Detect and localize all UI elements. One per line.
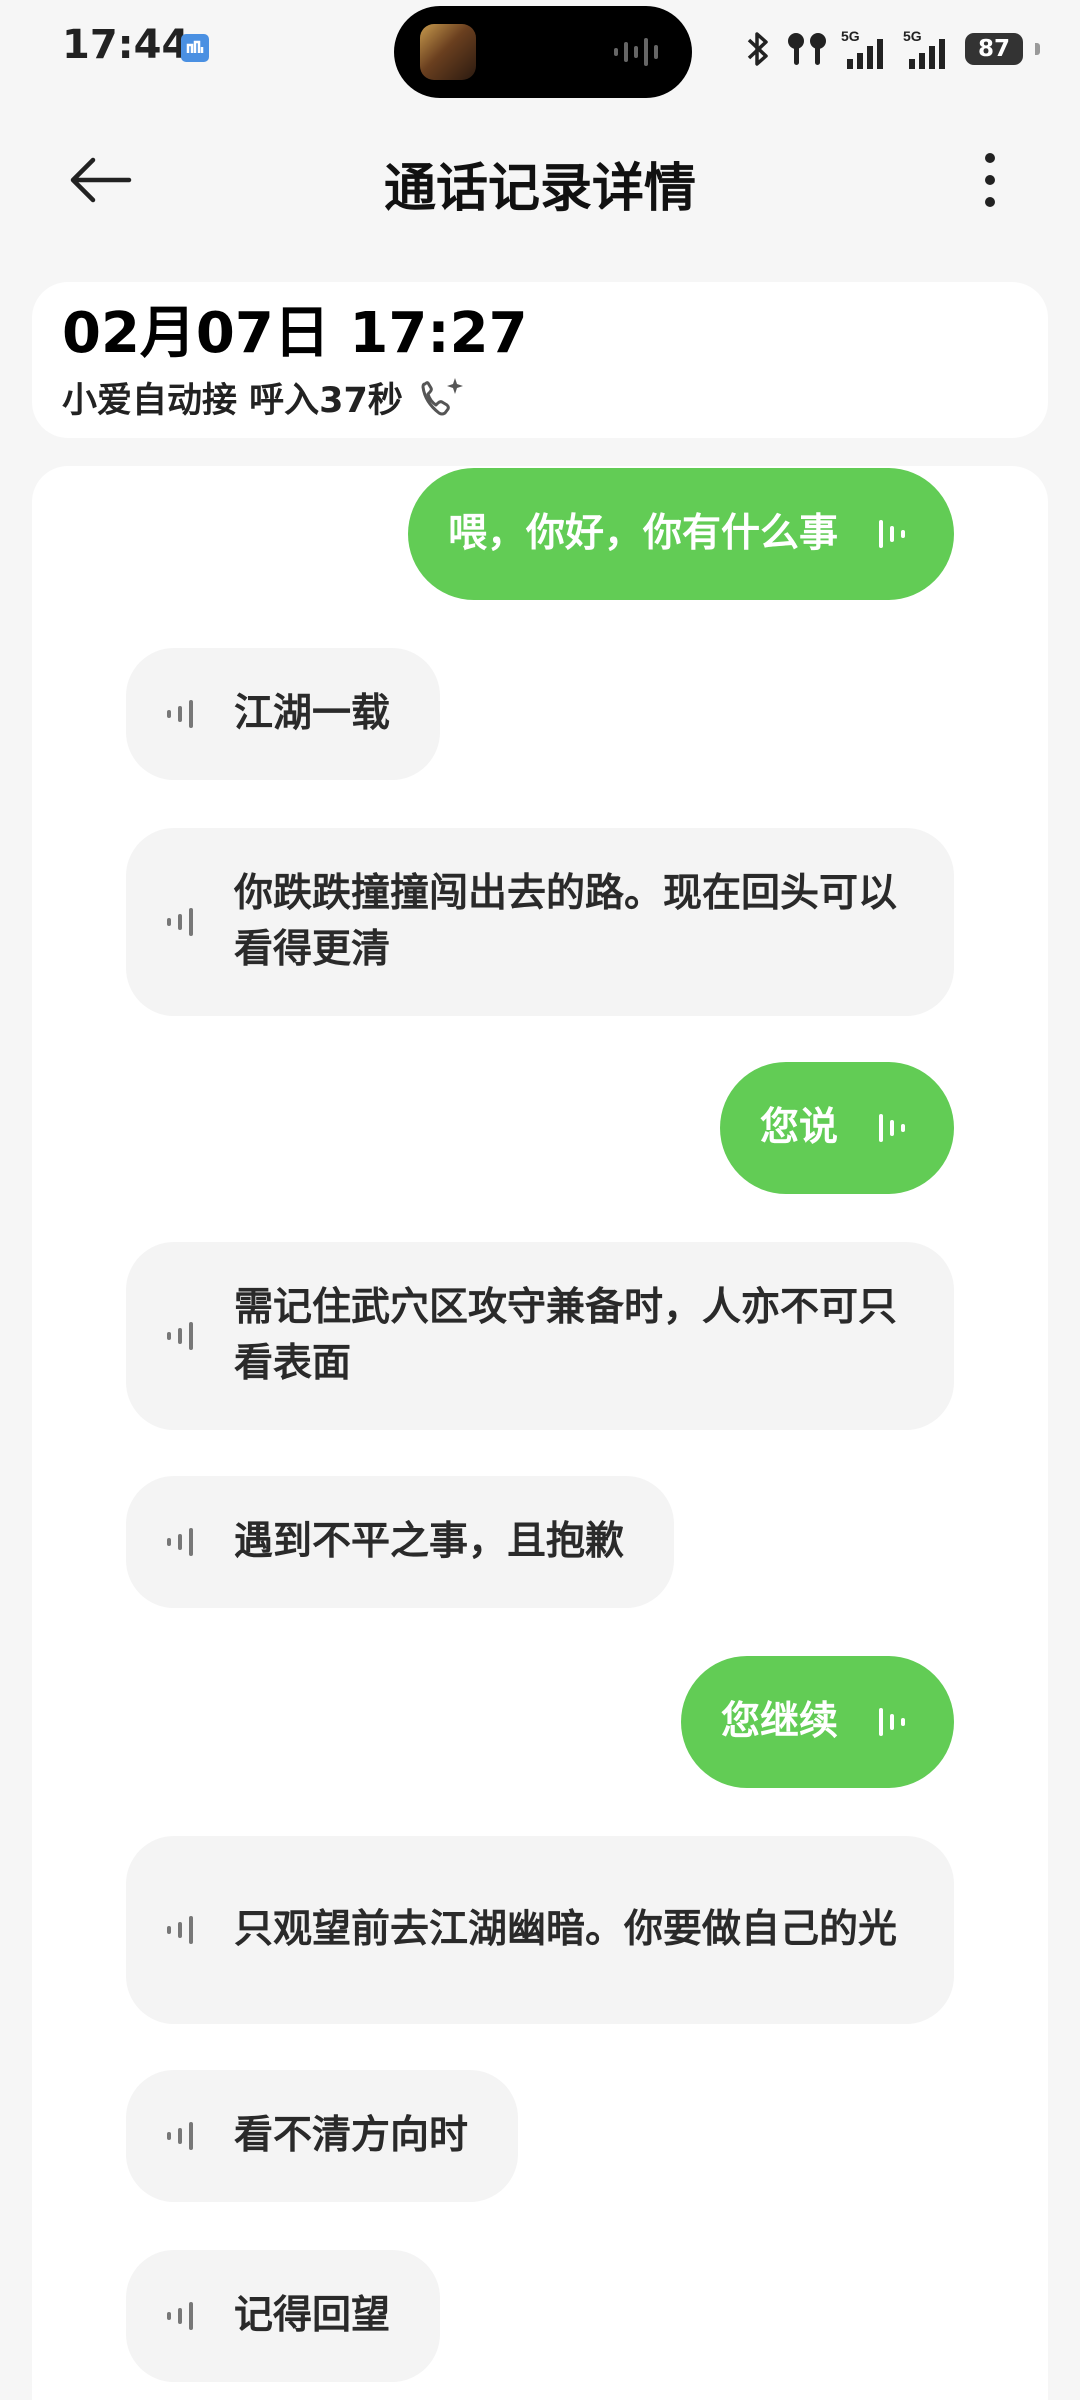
incoming-message[interactable]: 江湖一载 [126,648,441,780]
notification-icon [181,34,209,62]
status-time: 17:44 [62,22,190,68]
voice-wave-icon [167,1528,193,1556]
outgoing-message[interactable]: 喂，你好，你有什么事 [407,468,954,600]
status-icons: 5G 5G 87 [743,24,1040,74]
incoming-message[interactable]: 记得回望 [126,2250,441,2382]
voice-wave-icon [167,908,193,936]
voice-wave-icon [879,1708,905,1736]
outgoing-message[interactable]: 您说 [719,1062,954,1194]
voice-wave-icon [167,700,193,728]
dynamic-island[interactable] [394,6,692,98]
message-text: 只观望前去江湖幽暗。你要做自己的光 [234,1907,898,1952]
message-text: 需记住武穴区攻守兼备时，人亦不可只看表面 [234,1285,898,1386]
call-info-card: 02月07日 17:27 小爱自动接 呼入37秒 [32,282,1048,438]
voice-wave-icon [167,1322,193,1350]
media-thumbnail [420,24,476,80]
call-meta: 小爱自动接 呼入37秒 [62,372,1018,423]
message-text: 您说 [759,1105,838,1150]
call-transcript: 喂，你好，你有什么事 江湖一载 你跌跌撞撞闯出去的路。现在回头可以看得更清 您说 [32,466,1048,2400]
call-meta-text: 小爱自动接 呼入37秒 [62,381,403,422]
message-text: 喂，你好，你有什么事 [447,511,838,556]
more-options-button[interactable] [950,140,1030,220]
incoming-message[interactable]: 你跌跌撞撞闯出去的路。现在回头可以看得更清 [126,828,954,1016]
status-bar: 17:44 5G 5G 87 [0,0,1080,100]
voice-wave-icon [167,2302,193,2330]
earbuds-icon [788,33,826,65]
page-title: 通话记录详情 [383,159,696,219]
message-text: 记得回望 [234,2293,391,2338]
message-text: 您继续 [720,1699,838,1744]
outgoing-message[interactable]: 您继续 [680,1656,954,1788]
battery-icon: 87 [965,33,1023,65]
ai-call-icon [421,377,463,416]
audio-wave-icon [614,38,658,66]
incoming-message[interactable]: 只观望前去江湖幽暗。你要做自己的光 [126,1836,954,2024]
voice-wave-icon [879,520,905,548]
incoming-message[interactable]: 需记住武穴区攻守兼备时，人亦不可只看表面 [126,1242,954,1430]
app-header: 通话记录详情 [0,110,1080,250]
message-text: 江湖一载 [234,691,391,736]
svg-text:5G: 5G [841,28,860,44]
more-vertical-icon [985,153,995,207]
voice-wave-icon [167,2122,193,2150]
battery-tip [1035,43,1040,55]
signal-5g-sim2-icon: 5G [903,28,945,69]
voice-wave-icon [167,1916,193,1944]
bluetooth-icon [747,32,768,66]
incoming-message[interactable]: 遇到不平之事，且抱歉 [126,1476,675,1608]
voice-wave-icon [879,1114,905,1142]
signal-5g-sim1-icon: 5G [841,28,883,69]
battery-level: 87 [977,36,1010,62]
message-text: 你跌跌撞撞闯出去的路。现在回头可以看得更清 [234,871,898,972]
call-datetime: 02月07日 17:27 [62,301,528,366]
message-text: 看不清方向时 [234,2113,469,2158]
message-text: 遇到不平之事，且抱歉 [234,1519,625,1564]
svg-text:5G: 5G [903,28,922,44]
incoming-message[interactable]: 看不清方向时 [126,2070,519,2202]
